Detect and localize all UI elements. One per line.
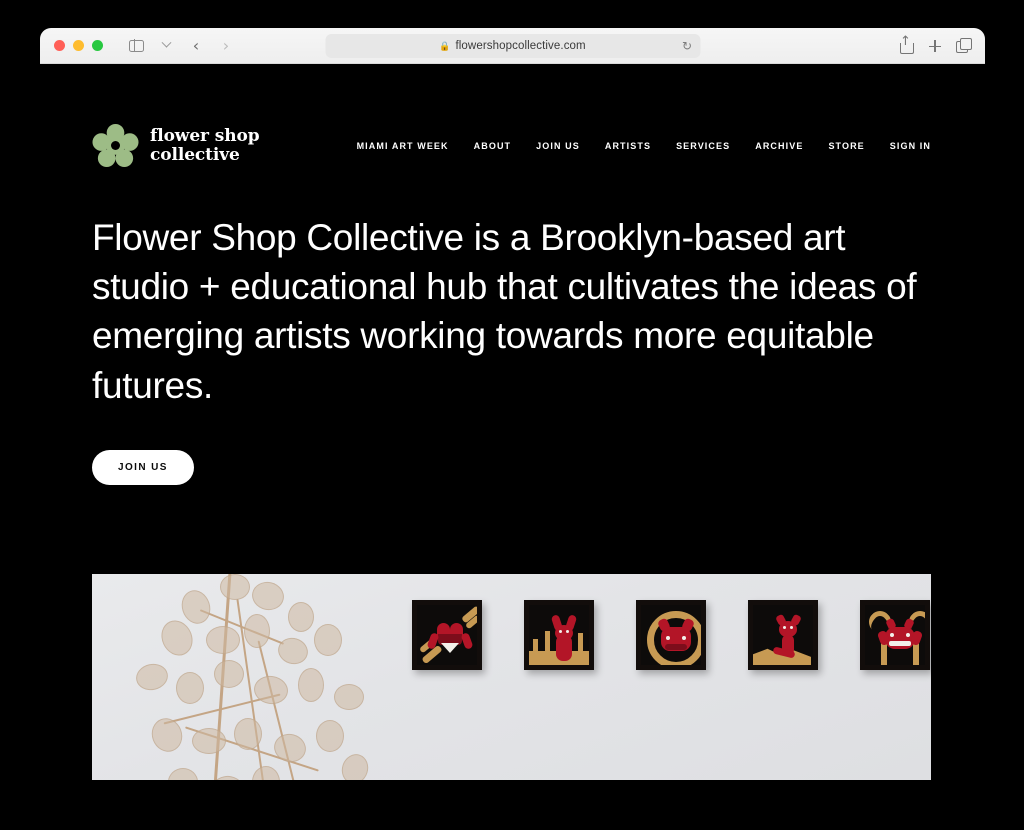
- forward-arrow-icon: ›: [222, 35, 230, 55]
- nav-item-miami-art-week[interactable]: MIAMI ART WEEK: [357, 141, 449, 151]
- nav-item-store[interactable]: STORE: [828, 141, 864, 151]
- nav-item-artists[interactable]: ARTISTS: [605, 141, 651, 151]
- tab-group-button[interactable]: [153, 35, 179, 57]
- artwork-frame-1[interactable]: [412, 600, 482, 670]
- hero-image: [92, 574, 931, 780]
- logo-line-2: collective: [150, 144, 240, 165]
- nav-item-about[interactable]: ABOUT: [474, 141, 512, 151]
- logo-line-1: flower shop: [150, 126, 260, 147]
- browser-window: ‹ › 🔒 flowershopcollective.com ↻ ↑ flowe…: [40, 28, 985, 780]
- maximize-button[interactable]: [92, 40, 103, 51]
- tab-overview-icon[interactable]: [956, 38, 972, 54]
- reload-icon[interactable]: ↻: [682, 40, 692, 52]
- lock-icon: 🔒: [439, 40, 451, 51]
- toolbar-left-group: ‹ ›: [123, 35, 239, 57]
- nav-item-join-us[interactable]: JOIN US: [536, 141, 580, 151]
- site-header: flower shop collective MIAMI ART WEEK AB…: [40, 64, 985, 169]
- dried-lunaria-plant: [102, 574, 432, 780]
- hero-headline: Flower Shop Collective is a Brooklyn-bas…: [92, 217, 917, 406]
- address-bar[interactable]: 🔒 flowershopcollective.com ↻: [325, 34, 700, 58]
- nav-item-archive[interactable]: ARCHIVE: [755, 141, 803, 151]
- artwork-row: [412, 600, 930, 670]
- nav-item-services[interactable]: SERVICES: [676, 141, 730, 151]
- flower-icon: [92, 123, 139, 168]
- artwork-frame-2[interactable]: [524, 600, 594, 670]
- share-icon[interactable]: [898, 34, 914, 54]
- site-logo-text: flower shop collective: [150, 127, 260, 163]
- nav-item-sign-in[interactable]: SIGN IN: [890, 141, 931, 151]
- main-navigation: MIAMI ART WEEK ABOUT JOIN US ARTISTS SER…: [357, 141, 937, 151]
- close-button[interactable]: [54, 40, 65, 51]
- back-button[interactable]: ‹: [183, 35, 209, 57]
- artwork-frame-5[interactable]: [860, 600, 930, 670]
- artwork-frame-3[interactable]: [636, 600, 706, 670]
- join-us-button[interactable]: JOIN US: [92, 449, 194, 485]
- forward-button[interactable]: ›: [213, 35, 239, 57]
- toolbar-right-group: [898, 34, 972, 54]
- url-text: flowershopcollective.com: [455, 40, 586, 52]
- sidebar-toggle-button[interactable]: [123, 35, 149, 57]
- screenshot-root: ‹ › 🔒 flowershopcollective.com ↻ ↑ flowe…: [0, 0, 1024, 830]
- sidebar-icon: [128, 39, 144, 52]
- browser-toolbar: ‹ › 🔒 flowershopcollective.com ↻: [40, 28, 985, 64]
- artwork-frame-4[interactable]: [748, 600, 818, 670]
- back-arrow-icon: ‹: [192, 35, 200, 55]
- address-bar-container: 🔒 flowershopcollective.com ↻: [325, 34, 700, 58]
- chevron-down-icon: [161, 37, 171, 48]
- web-page: flower shop collective MIAMI ART WEEK AB…: [40, 64, 985, 780]
- minimize-button[interactable]: [73, 40, 84, 51]
- site-logo[interactable]: flower shop collective: [92, 122, 260, 169]
- hero-copy: Flower Shop Collective is a Brooklyn-bas…: [40, 169, 985, 410]
- window-controls: [54, 40, 103, 51]
- new-tab-icon[interactable]: [927, 38, 942, 54]
